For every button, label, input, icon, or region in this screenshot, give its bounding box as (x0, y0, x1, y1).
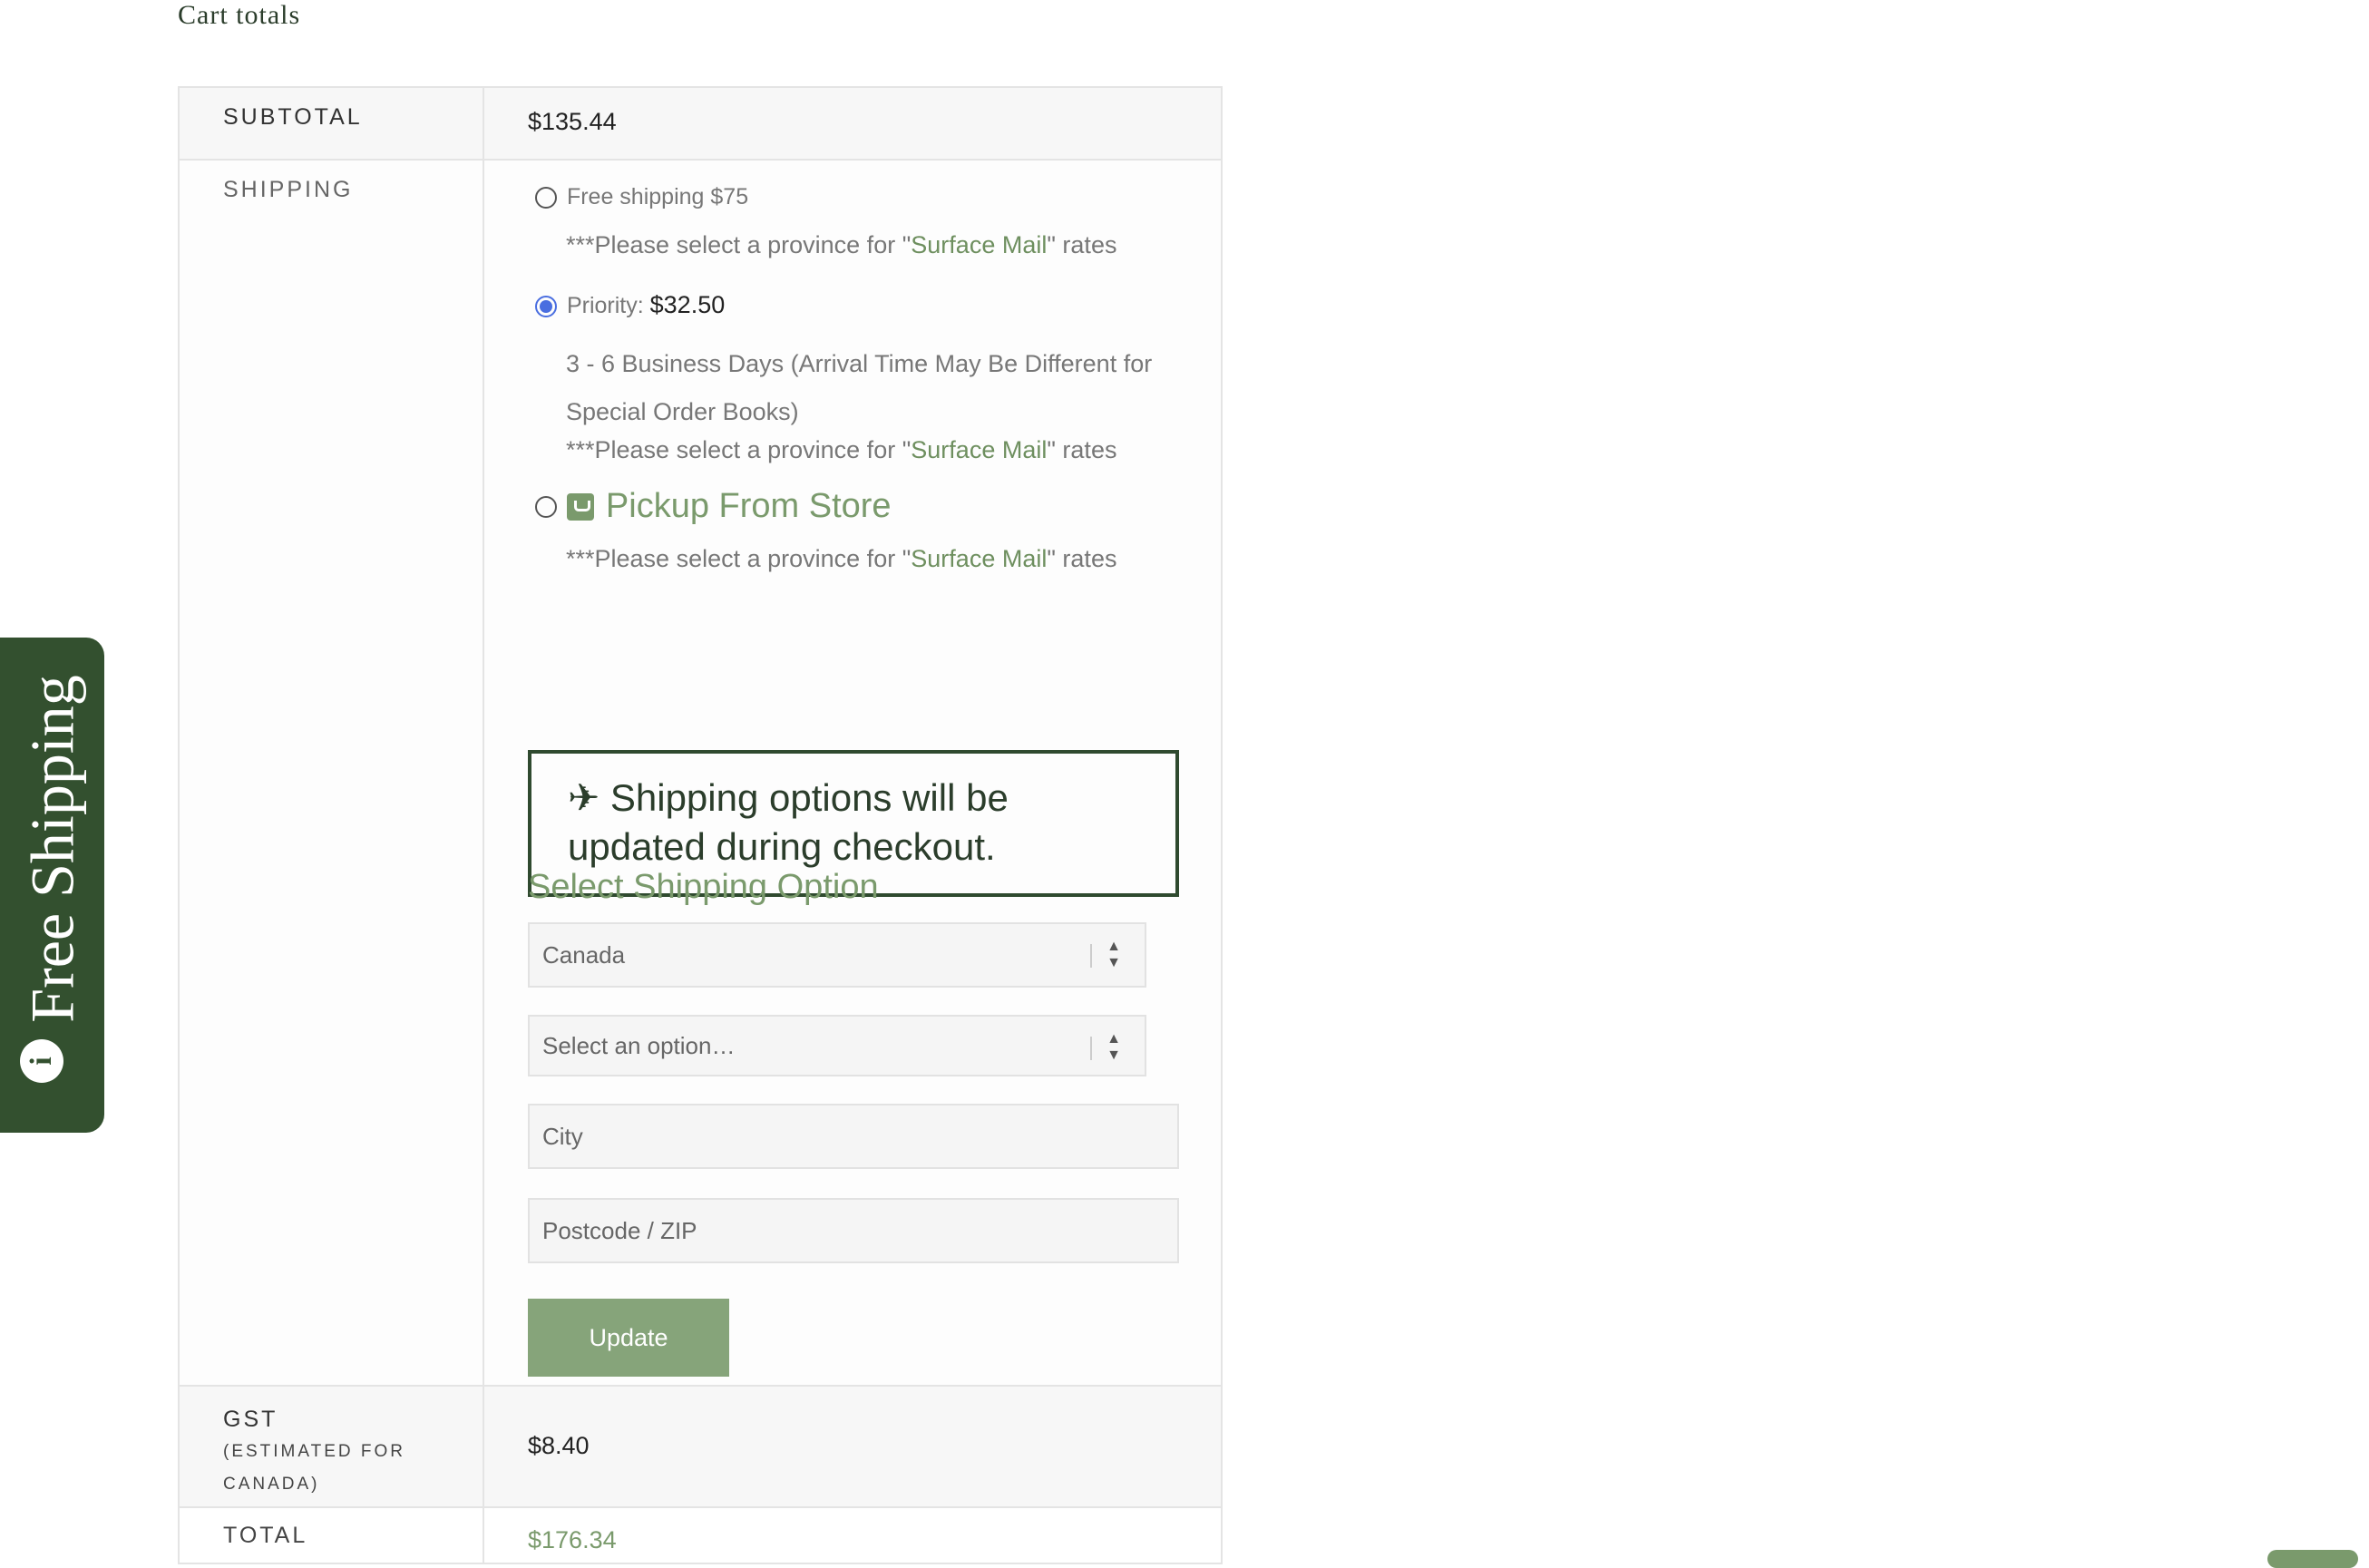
gst-label-cell: GST (ESTIMATED FOR CANADA) (180, 1387, 484, 1506)
cart-totals-table: SUBTOTAL $135.44 SHIPPING Free shipping … (178, 86, 1223, 1564)
surface-mail-link[interactable]: Surface Mail (911, 545, 1047, 572)
shipping-options: Free shipping $75 ***Please select a pro… (484, 161, 1221, 1385)
update-button[interactable]: Update (528, 1299, 729, 1377)
postcode-input[interactable]: Postcode / ZIP (528, 1198, 1179, 1263)
select-shipping-heading: Select Shipping Option (528, 868, 879, 906)
shipping-note: ***Please select a province for "Surface… (566, 231, 1116, 259)
store-icon (566, 492, 594, 521)
shipping-note: ***Please select a province for "Surface… (566, 545, 1116, 573)
chat-widget-button[interactable] (2267, 1550, 2358, 1568)
total-row: TOTAL $176.34 (180, 1508, 1221, 1563)
country-select[interactable]: Canada ▲ ▼ (528, 922, 1146, 988)
note-prefix: ***Please select a province for " (566, 545, 912, 572)
subtotal-row: SUBTOTAL $135.44 (180, 88, 1221, 161)
state-select[interactable]: Select an option… ▲ ▼ (528, 1015, 1146, 1076)
gst-label: GST (223, 1407, 278, 1432)
free-shipping-tab-label: Free Shipping (17, 675, 86, 1023)
gst-value: $8.40 (528, 1432, 590, 1459)
shipping-label: SHIPPING (180, 161, 484, 1385)
city-placeholder: City (542, 1123, 583, 1150)
priority-description: 3 - 6 Business Days (Arrival Time May Be… (566, 350, 1153, 425)
priority-price: $32.50 (649, 291, 726, 318)
select-arrows-icon: ▲ ▼ (1107, 939, 1121, 970)
note-suffix: " rates (1047, 545, 1117, 572)
postcode-placeholder: Postcode / ZIP (542, 1217, 697, 1244)
total-value: $176.34 (528, 1526, 617, 1553)
shipping-option-priority[interactable]: Priority: $32.50 (535, 291, 725, 319)
cart-totals-title: Cart totals (178, 0, 301, 30)
note-prefix: ***Please select a province for " (566, 436, 912, 463)
free-shipping-label: Free shipping (566, 184, 705, 209)
note-suffix: " rates (1047, 436, 1117, 463)
free-shipping-price: $75 (710, 184, 749, 209)
free-shipping-side-tab[interactable]: Free Shipping i (0, 638, 104, 1133)
shipping-note: ***Please select a province for "Surface… (566, 436, 1116, 464)
subtotal-label: SUBTOTAL (180, 88, 484, 159)
total-label: TOTAL (180, 1508, 484, 1563)
city-input[interactable]: City (528, 1104, 1179, 1169)
note-prefix: ***Please select a province for " (566, 231, 912, 258)
free-shipping-radio[interactable] (535, 187, 557, 209)
select-separator (1090, 944, 1092, 968)
surface-mail-link[interactable]: Surface Mail (911, 436, 1047, 463)
pickup-label: Pickup From Store (605, 487, 892, 525)
subtotal-value: $135.44 (528, 108, 617, 135)
gst-row: GST (ESTIMATED FOR CANADA) $8.40 (180, 1387, 1221, 1508)
pickup-radio[interactable] (535, 495, 557, 518)
country-select-value: Canada (542, 941, 626, 969)
shipping-row: SHIPPING Free shipping $75 ***Please sel… (180, 161, 1221, 1387)
shipping-option-pickup[interactable]: Pickup From Store (535, 487, 892, 526)
select-separator (1090, 1037, 1092, 1060)
priority-radio[interactable] (535, 296, 557, 318)
gst-estimate-note: (ESTIMATED FOR CANADA) (223, 1442, 406, 1494)
shipping-option-free[interactable]: Free shipping $75 (535, 184, 748, 210)
surface-mail-link[interactable]: Surface Mail (911, 231, 1047, 258)
state-select-placeholder: Select an option… (542, 1032, 736, 1059)
info-icon: i (20, 1039, 63, 1083)
priority-label: Priority: (566, 293, 644, 318)
select-arrows-icon: ▲ ▼ (1107, 1031, 1121, 1063)
note-suffix: " rates (1047, 231, 1117, 258)
